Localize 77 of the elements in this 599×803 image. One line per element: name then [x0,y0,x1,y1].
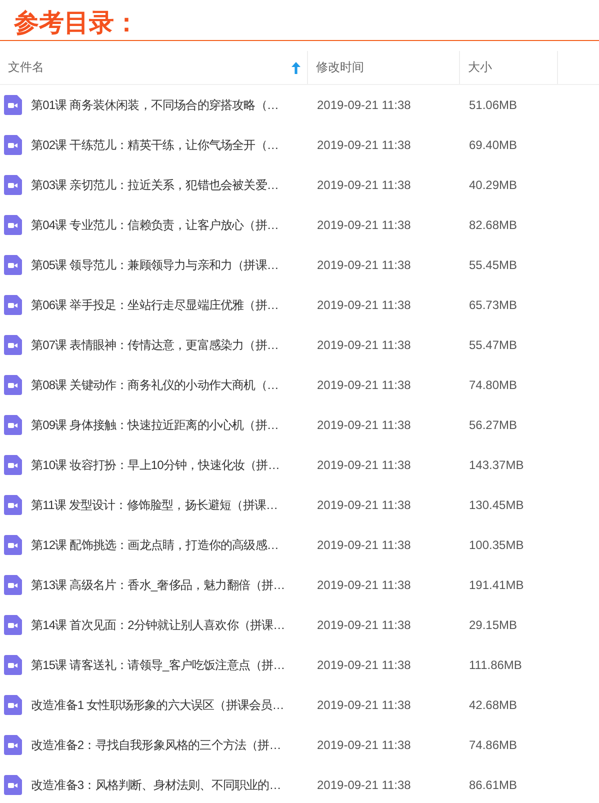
video-file-icon [4,375,22,395]
video-file-icon [4,615,22,635]
video-file-icon [4,535,22,555]
modified-time: 2019-09-21 11:38 [316,658,412,672]
video-file-icon [4,575,22,595]
file-size: 82.68MB [468,218,518,232]
file-size: 56.27MB [468,418,518,432]
video-file-icon [4,455,22,475]
modified-time: 2019-09-21 11:38 [316,418,412,432]
sort-arrow-icon [291,62,301,74]
file-size: 40.29MB [468,178,518,192]
file-size: 74.86MB [468,738,518,752]
file-name[interactable]: 第04课 专业范儿：信赖负责，让客户放心（拼… [31,216,278,234]
video-file-icon [4,215,22,235]
modified-time: 2019-09-21 11:38 [316,618,412,632]
file-size: 74.80MB [468,378,518,392]
file-name[interactable]: 改造准备1 女性职场形象的六大误区（拼课会员… [31,696,284,714]
video-file-icon [4,735,22,755]
file-name[interactable]: 第10课 妆容打扮：早上10分钟，快速化妆（拼… [31,456,280,474]
column-header[interactable]: 修改时间 [308,51,460,84]
modified-time: 2019-09-21 11:38 [316,98,412,112]
modified-time: 2019-09-21 11:38 [316,378,412,392]
modified-time: 2019-09-21 11:38 [316,778,412,792]
modified-time: 2019-09-21 11:38 [316,538,412,552]
file-size: 65.73MB [468,298,518,312]
file-name[interactable]: 第01课 商务装休闲装，不同场合的穿搭攻略（… [31,96,278,114]
file-size: 143.37MB [468,458,525,472]
modified-time: 2019-09-21 11:38 [316,178,412,192]
file-name[interactable]: 第15课 请客送礼：请领导_客户吃饭注意点（拼… [31,656,285,674]
modified-time: 2019-09-21 11:38 [316,498,412,512]
file-size: 42.68MB [468,698,518,712]
column-header[interactable]: 文件名 [0,51,308,84]
video-file-icon [4,775,22,795]
column-header[interactable]: 大小 [460,51,558,84]
modified-time: 2019-09-21 11:38 [316,218,412,232]
file-size: 55.45MB [468,258,518,272]
file-name[interactable]: 第07课 表情眼神：传情达意，更富感染力（拼… [31,336,278,354]
file-name[interactable]: 第03课 亲切范儿：拉近关系，犯错也会被关爱… [31,176,278,194]
file-size: 100.35MB [468,538,525,552]
file-size: 51.06MB [468,98,518,112]
video-file-icon [4,175,22,195]
file-size: 29.15MB [468,618,518,632]
modified-time: 2019-09-21 11:38 [316,298,412,312]
file-size: 55.47MB [468,338,518,352]
file-name[interactable]: 改造准备3：风格判断、身材法则、不同职业的… [31,776,281,794]
modified-time: 2019-09-21 11:38 [316,338,412,352]
video-file-icon [4,495,22,515]
video-file-icon [4,255,22,275]
file-name[interactable]: 第06课 举手投足：坐站行走尽显端庄优雅（拼… [31,296,278,314]
modified-time: 2019-09-21 11:38 [316,738,412,752]
file-name[interactable]: 第13课 高级名片：香水_奢侈品，魅力翻倍（拼… [31,576,285,594]
modified-time: 2019-09-21 11:38 [316,458,412,472]
file-name[interactable]: 第02课 干练范儿：精英干练，让你气场全开（… [31,136,278,154]
file-size: 69.40MB [468,138,518,152]
video-file-icon [4,295,22,315]
file-size: 86.61MB [468,778,518,792]
modified-time: 2019-09-21 11:38 [316,698,412,712]
file-size: 191.41MB [468,578,525,592]
file-name[interactable]: 第05课 领导范儿：兼顾领导力与亲和力（拼课… [31,256,278,274]
file-size: 130.45MB [468,498,525,512]
page-title: 参考目录： [0,0,599,41]
file-name[interactable]: 改造准备2：寻找自我形象风格的三个方法（拼… [31,736,281,754]
video-file-icon [4,95,22,115]
modified-time: 2019-09-21 11:38 [316,258,412,272]
video-file-icon [4,695,22,715]
file-name[interactable]: 第08课 关键动作：商务礼仪的小动作大商机（… [31,376,278,394]
file-name[interactable]: 第12课 配饰挑选：画龙点睛，打造你的高级感… [31,536,278,554]
video-file-icon [4,415,22,435]
video-file-icon [4,335,22,355]
modified-time: 2019-09-21 11:38 [316,578,412,592]
file-name[interactable]: 第09课 身体接触：快速拉近距离的小心机（拼… [31,416,278,434]
video-file-icon [4,135,22,155]
video-file-icon [4,655,22,675]
file-name[interactable]: 第11课 发型设计：修饰脸型，扬长避短（拼课… [31,496,278,514]
modified-time: 2019-09-21 11:38 [316,138,412,152]
file-name[interactable]: 第14课 首次见面：2分钟就让别人喜欢你（拼课… [31,616,285,634]
file-size: 111.86MB [468,658,523,672]
